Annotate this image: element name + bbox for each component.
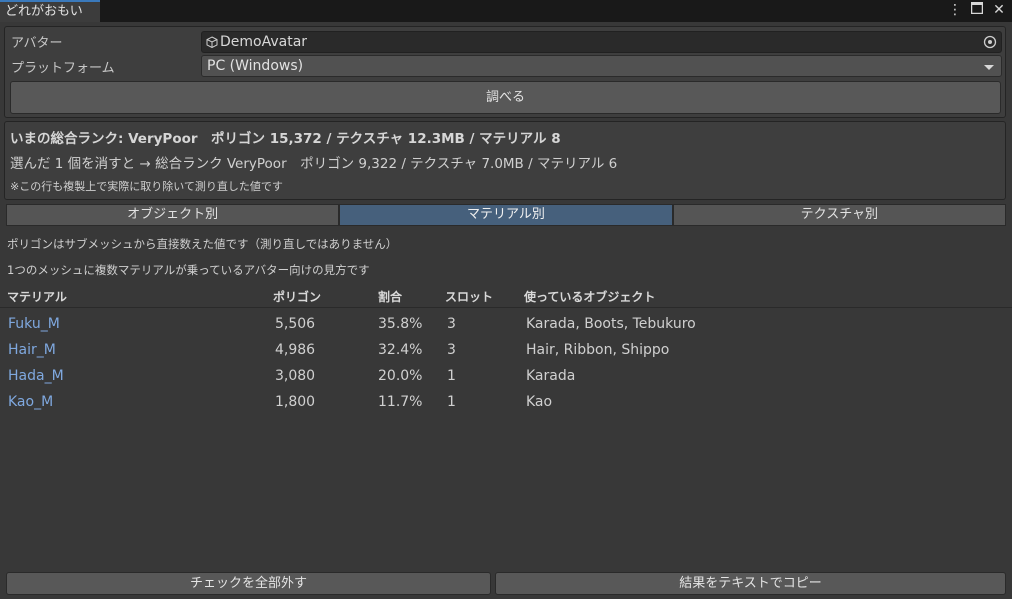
slot-count: 3: [447, 342, 456, 358]
window-titlebar: どれがおもい ⋮ ✕: [0, 0, 1012, 22]
slot-count: 1: [447, 394, 456, 410]
current-rank-summary: いまの総合ランク: VeryPoor ポリゴン 15,372 / テクスチャ 1…: [10, 131, 561, 147]
settings-panel: アバター DemoAvatar プラットフォーム PC (Windows) 調べ…: [4, 26, 1006, 118]
polygon-count: 1,800: [275, 394, 316, 410]
table-row: Hada_M 3,080 20.0% 1 Karada: [0, 363, 1012, 389]
view-tabs: オブジェクト別 マテリアル別 テクスチャ別: [6, 204, 1006, 226]
used-objects: Hair, Ribbon, Shippo: [526, 342, 670, 358]
avatar-label: アバター: [11, 36, 63, 51]
header-ratio[interactable]: 割合: [378, 288, 402, 305]
uncheck-all-button[interactable]: チェックを全部外す: [6, 572, 491, 595]
polygon-count: 5,506: [275, 316, 316, 332]
info-line-2: 1つのメッシュに複数マテリアルが乗っているアバター向けの見方です: [7, 263, 370, 277]
tab-by-object[interactable]: オブジェクト別: [6, 204, 340, 226]
platform-label: プラットフォーム: [11, 61, 115, 76]
maximize-icon[interactable]: [970, 1, 984, 19]
header-used-objects[interactable]: 使っているオブジェクト: [524, 288, 655, 305]
object-picker-icon[interactable]: [983, 35, 997, 55]
table-row: Hair_M 4,986 32.4% 3 Hair, Ribbon, Shipp…: [0, 337, 1012, 363]
slot-count: 1: [447, 368, 456, 384]
close-icon[interactable]: ✕: [992, 2, 1006, 19]
avatar-value: DemoAvatar: [220, 34, 308, 50]
polygon-ratio: 35.8%: [378, 316, 423, 332]
material-link[interactable]: Hada_M: [8, 368, 64, 384]
used-objects: Karada: [526, 368, 576, 384]
platform-value: PC (Windows): [207, 58, 304, 74]
inspect-button[interactable]: 調べる: [10, 81, 1001, 114]
polygon-count: 4,986: [275, 342, 316, 358]
header-slots[interactable]: スロット: [445, 288, 493, 305]
table-header: マテリアル ポリゴン 割合 スロット 使っているオブジェクト: [0, 284, 1012, 308]
polygon-ratio: 11.7%: [378, 394, 423, 410]
table-row: Fuku_M 5,506 35.8% 3 Karada, Boots, Tebu…: [0, 311, 1012, 337]
material-link[interactable]: Hair_M: [8, 342, 56, 358]
after-removal-summary: 選んだ 1 個を消すと → 総合ランク VeryPoor ポリゴン 9,322 …: [10, 156, 618, 172]
window-tab[interactable]: どれがおもい: [0, 0, 100, 22]
header-material[interactable]: マテリアル: [7, 288, 67, 305]
tab-by-material[interactable]: マテリアル別: [339, 204, 673, 226]
polygon-ratio: 20.0%: [378, 368, 423, 384]
header-polygons[interactable]: ポリゴン: [273, 288, 321, 305]
platform-dropdown[interactable]: PC (Windows): [201, 55, 1002, 77]
material-link[interactable]: Fuku_M: [8, 316, 60, 332]
window-controls: ⋮ ✕: [948, 1, 1006, 19]
used-objects: Kao: [526, 394, 553, 410]
table-row: Kao_M 1,800 11.7% 1 Kao: [0, 389, 1012, 415]
polygon-ratio: 32.4%: [378, 342, 423, 358]
avatar-cube-icon: [206, 34, 218, 54]
material-link[interactable]: Kao_M: [8, 394, 53, 410]
polygon-count: 3,080: [275, 368, 316, 384]
chevron-down-icon: [983, 59, 995, 79]
used-objects: Karada, Boots, Tebukuro: [526, 316, 696, 332]
tab-by-texture[interactable]: テクスチャ別: [672, 204, 1006, 226]
summary-note: ※この行も複製上で実際に取り除いて測り直した値です: [10, 180, 283, 193]
more-vertical-icon[interactable]: ⋮: [948, 2, 962, 19]
info-line-1: ポリゴンはサブメッシュから直接数えた値です（測り直しではありません）: [7, 237, 398, 251]
avatar-field[interactable]: DemoAvatar: [201, 31, 1002, 53]
copy-as-text-button[interactable]: 結果をテキストでコピー: [495, 572, 1006, 595]
slot-count: 3: [447, 316, 456, 332]
